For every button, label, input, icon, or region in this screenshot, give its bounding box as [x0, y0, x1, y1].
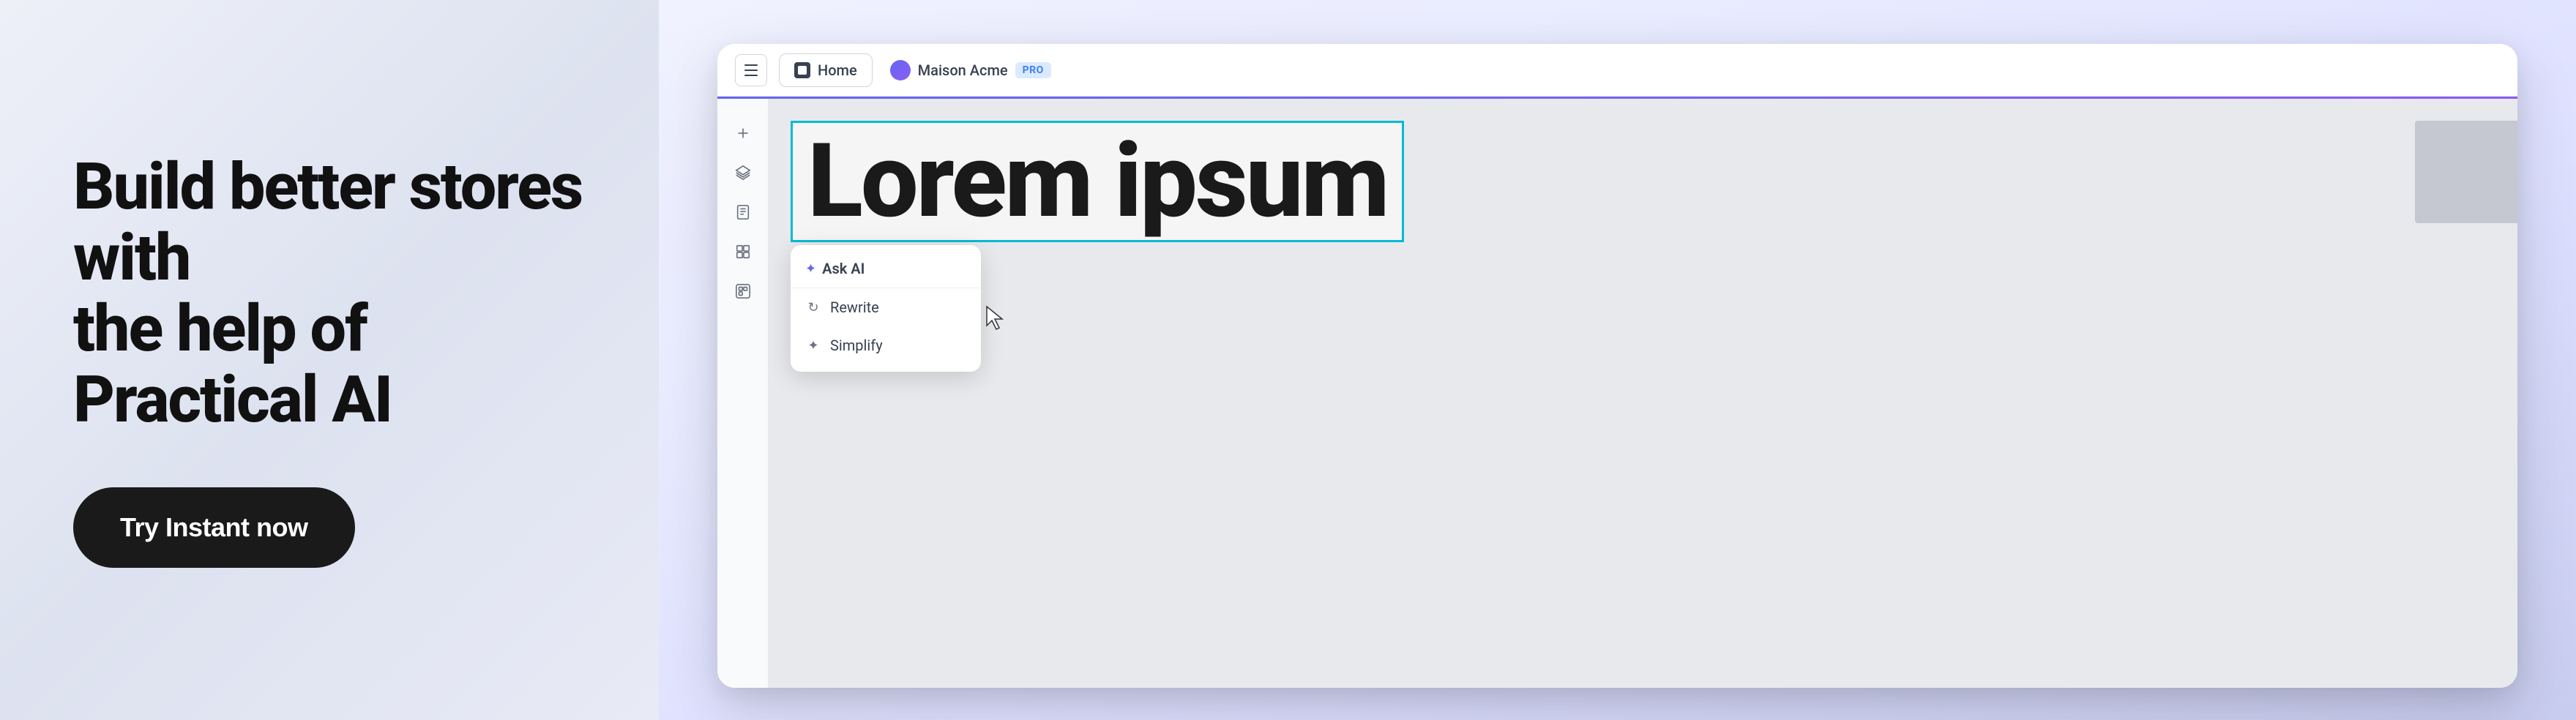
ask-ai-header[interactable]: ✦ Ask AI [791, 252, 981, 288]
rewrite-icon: ↻ [805, 299, 821, 315]
canvas-area: Lorem ipsum ✦ Ask AI ↻ Rewrite ✦ Simplif… [769, 99, 2517, 688]
simplify-label: Simplify [830, 337, 883, 354]
plus-icon [735, 125, 751, 141]
rewrite-label: Rewrite [830, 299, 879, 316]
left-section: Build better stores with the help of Pra… [0, 0, 659, 720]
sidebar [717, 99, 769, 688]
layers-icon [735, 165, 751, 181]
sidebar-assets-button[interactable] [726, 274, 760, 308]
ui-mockup: Home Maison Acme PRO [717, 44, 2517, 688]
pro-badge: PRO [1015, 62, 1051, 78]
workspace-name: Maison Acme [918, 61, 1008, 79]
sidebar-pages-button[interactable] [726, 195, 760, 229]
cursor-icon [981, 304, 1010, 333]
hamburger-line [744, 75, 758, 76]
simplify-menu-item[interactable]: ✦ Simplify [791, 326, 981, 364]
workspace-avatar [890, 60, 911, 80]
sidebar-components-button[interactable] [726, 235, 760, 269]
gray-placeholder-block [2415, 121, 2517, 223]
rewrite-menu-item[interactable]: ↻ Rewrite [791, 288, 981, 326]
simplify-icon: ✦ [805, 337, 821, 353]
cta-button[interactable]: Try Instant now [73, 487, 355, 568]
headline-line2: the help of Practical AI [73, 291, 392, 438]
assets-icon [735, 283, 751, 299]
hamburger-line [744, 70, 758, 71]
ai-popup: ✦ Ask AI ↻ Rewrite ✦ Simplify [791, 245, 981, 372]
home-tab[interactable]: Home [779, 53, 873, 87]
sidebar-layers-button[interactable] [726, 156, 760, 190]
home-tab-label: Home [818, 61, 857, 79]
hamburger-button[interactable] [735, 54, 767, 86]
home-tab-icon [794, 62, 810, 78]
lorem-ipsum-text: Lorem ipsum [791, 121, 1404, 242]
headline-line1: Build better stores with [73, 149, 582, 296]
right-section: Home Maison Acme PRO [659, 0, 2576, 720]
components-icon [735, 244, 751, 260]
ask-ai-label: Ask AI [822, 260, 865, 277]
headline: Build better stores with the help of Pra… [73, 152, 586, 435]
sidebar-add-button[interactable] [726, 116, 760, 150]
workspace-badge: Maison Acme PRO [890, 60, 1051, 80]
document-icon [735, 204, 751, 220]
mockup-body: Lorem ipsum ✦ Ask AI ↻ Rewrite ✦ Simplif… [717, 99, 2517, 688]
cursor-svg [981, 304, 1010, 333]
ask-ai-icon: ✦ [805, 261, 816, 277]
mockup-topbar: Home Maison Acme PRO [717, 44, 2517, 97]
canvas-content: Lorem ipsum [791, 121, 2517, 242]
hamburger-line [744, 64, 758, 66]
